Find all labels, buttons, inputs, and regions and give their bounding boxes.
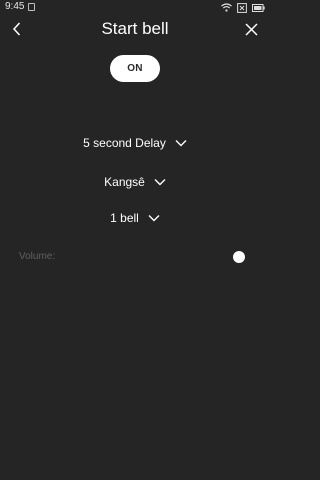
- chevron-down-icon: [175, 139, 187, 147]
- volume-slider-thumb[interactable]: [233, 251, 245, 263]
- delay-dropdown[interactable]: 5 second Delay: [0, 132, 270, 154]
- close-button[interactable]: [240, 18, 262, 40]
- app-notification-icon: [28, 3, 35, 11]
- wifi-icon: [221, 3, 232, 12]
- delay-dropdown-value: 5 second Delay: [83, 136, 166, 150]
- battery-icon: [252, 3, 265, 12]
- bell-count-dropdown-value: 1 bell: [110, 211, 139, 225]
- page-title: Start bell: [101, 19, 169, 38]
- sim-x-icon: [237, 2, 247, 13]
- volume-slider-track[interactable]: [70, 256, 244, 258]
- status-time: 9:45: [5, 1, 25, 12]
- volume-label: Volume:: [19, 251, 56, 262]
- chevron-down-icon: [154, 178, 166, 186]
- header: Start bell: [0, 14, 270, 44]
- status-icons: [221, 2, 265, 13]
- bell-count-dropdown[interactable]: 1 bell: [0, 207, 270, 229]
- chevron-down-icon: [148, 214, 160, 222]
- bell-sound-dropdown[interactable]: Kangsê: [0, 171, 270, 193]
- on-toggle-button[interactable]: ON: [110, 55, 160, 82]
- close-icon: [244, 22, 258, 36]
- bell-sound-dropdown-value: Kangsê: [104, 175, 145, 189]
